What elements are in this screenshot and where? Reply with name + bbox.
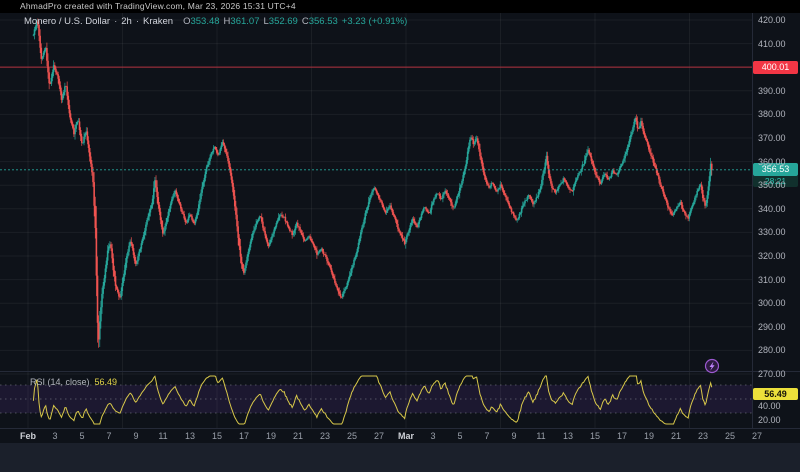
- change-label: +3.23 (+0.91%): [342, 16, 408, 27]
- time-tick-label: 13: [563, 431, 573, 441]
- time-tick-label: 19: [644, 431, 654, 441]
- time-tick-label: 27: [374, 431, 384, 441]
- price-tick-label: 350.00: [758, 180, 800, 190]
- time-tick-label: 9: [133, 431, 138, 441]
- time-tick-label: 11: [536, 431, 545, 441]
- time-tick-label: 21: [671, 431, 681, 441]
- interval-label[interactable]: 2h: [121, 16, 132, 27]
- ohlc-low: L352.69: [263, 16, 297, 27]
- rsi-legend[interactable]: RSI (14, close) 56.49: [30, 377, 117, 387]
- exchange-label: Kraken: [143, 16, 173, 27]
- time-tick-label: 7: [106, 431, 111, 441]
- time-tick-label: Mar: [398, 431, 414, 441]
- price-tick-label: 370.00: [758, 133, 800, 143]
- attribution-bar: AhmadPro created with TradingView.com, M…: [0, 0, 800, 13]
- price-tick-label: 390.00: [758, 86, 800, 96]
- rsi-tick-label: 20.00: [758, 415, 800, 425]
- time-tick-label: 13: [185, 431, 195, 441]
- rsi-title: RSI (14, close): [30, 377, 90, 387]
- price-tick-label: 330.00: [758, 227, 800, 237]
- price-tick-label: 410.00: [758, 39, 800, 49]
- flash-icon[interactable]: [706, 360, 719, 373]
- time-tick-label: 25: [347, 431, 357, 441]
- price-tick-label: 320.00: [758, 251, 800, 261]
- price-tick-label: 420.00: [758, 15, 800, 25]
- time-tick-label: 5: [79, 431, 84, 441]
- time-tick-label: 17: [239, 431, 249, 441]
- footer-bar: TradingView: [0, 443, 800, 472]
- candlestick-series: [33, 19, 711, 348]
- alert-price-badge[interactable]: 400.01: [753, 61, 798, 74]
- price-tick-label: 360.00: [758, 157, 800, 167]
- symbol-legend: Monero / U.S. Dollar · 2h · Kraken O353.…: [24, 16, 407, 27]
- time-tick-label: 17: [617, 431, 627, 441]
- time-tick-label: 9: [511, 431, 516, 441]
- legend-separator: ·: [136, 16, 139, 27]
- time-tick-label: 3: [430, 431, 435, 441]
- time-tick-label: 21: [293, 431, 303, 441]
- time-tick-label: 27: [752, 431, 762, 441]
- time-tick-label: 25: [725, 431, 735, 441]
- price-tick-label: 270.00: [758, 369, 800, 379]
- time-tick-label: 23: [320, 431, 330, 441]
- time-tick-label: Feb: [20, 431, 36, 441]
- ohlc-high: H361.07: [224, 16, 260, 27]
- time-tick-label: 19: [266, 431, 276, 441]
- time-tick-label: 15: [590, 431, 600, 441]
- time-tick-label: 7: [484, 431, 489, 441]
- price-scale[interactable]: [753, 13, 800, 428]
- attribution-text: AhmadPro created with TradingView.com, M…: [20, 1, 296, 11]
- legend-separator: ·: [114, 16, 117, 27]
- rsi-value: 56.49: [95, 377, 118, 387]
- price-tick-label: 280.00: [758, 345, 800, 355]
- price-tick-label: 290.00: [758, 322, 800, 332]
- time-tick-label: 15: [212, 431, 222, 441]
- price-tick-label: 380.00: [758, 109, 800, 119]
- time-tick-label: 23: [698, 431, 708, 441]
- symbol-title[interactable]: Monero / U.S. Dollar: [24, 16, 110, 27]
- up-candle-wicks: [33, 19, 710, 347]
- price-tick-label: 340.00: [758, 204, 800, 214]
- price-tick-label: 310.00: [758, 275, 800, 285]
- down-candle-wicks: [38, 19, 712, 348]
- time-tick-label: 11: [158, 431, 167, 441]
- ohlc-close: C356.53: [302, 16, 338, 27]
- down-candle-bodies: [38, 22, 712, 340]
- time-tick-label: 5: [457, 431, 462, 441]
- chart-canvas[interactable]: [0, 0, 800, 472]
- ohlc-open: O353.48: [183, 16, 219, 27]
- rsi-tick-label: 40.00: [758, 401, 800, 411]
- price-tick-label: 300.00: [758, 298, 800, 308]
- rsi-value-badge: 56.49: [753, 388, 798, 400]
- grid-lines: [0, 13, 752, 429]
- tradingview-chart-window: AhmadPro created with TradingView.com, M…: [0, 0, 800, 472]
- time-tick-label: 3: [52, 431, 57, 441]
